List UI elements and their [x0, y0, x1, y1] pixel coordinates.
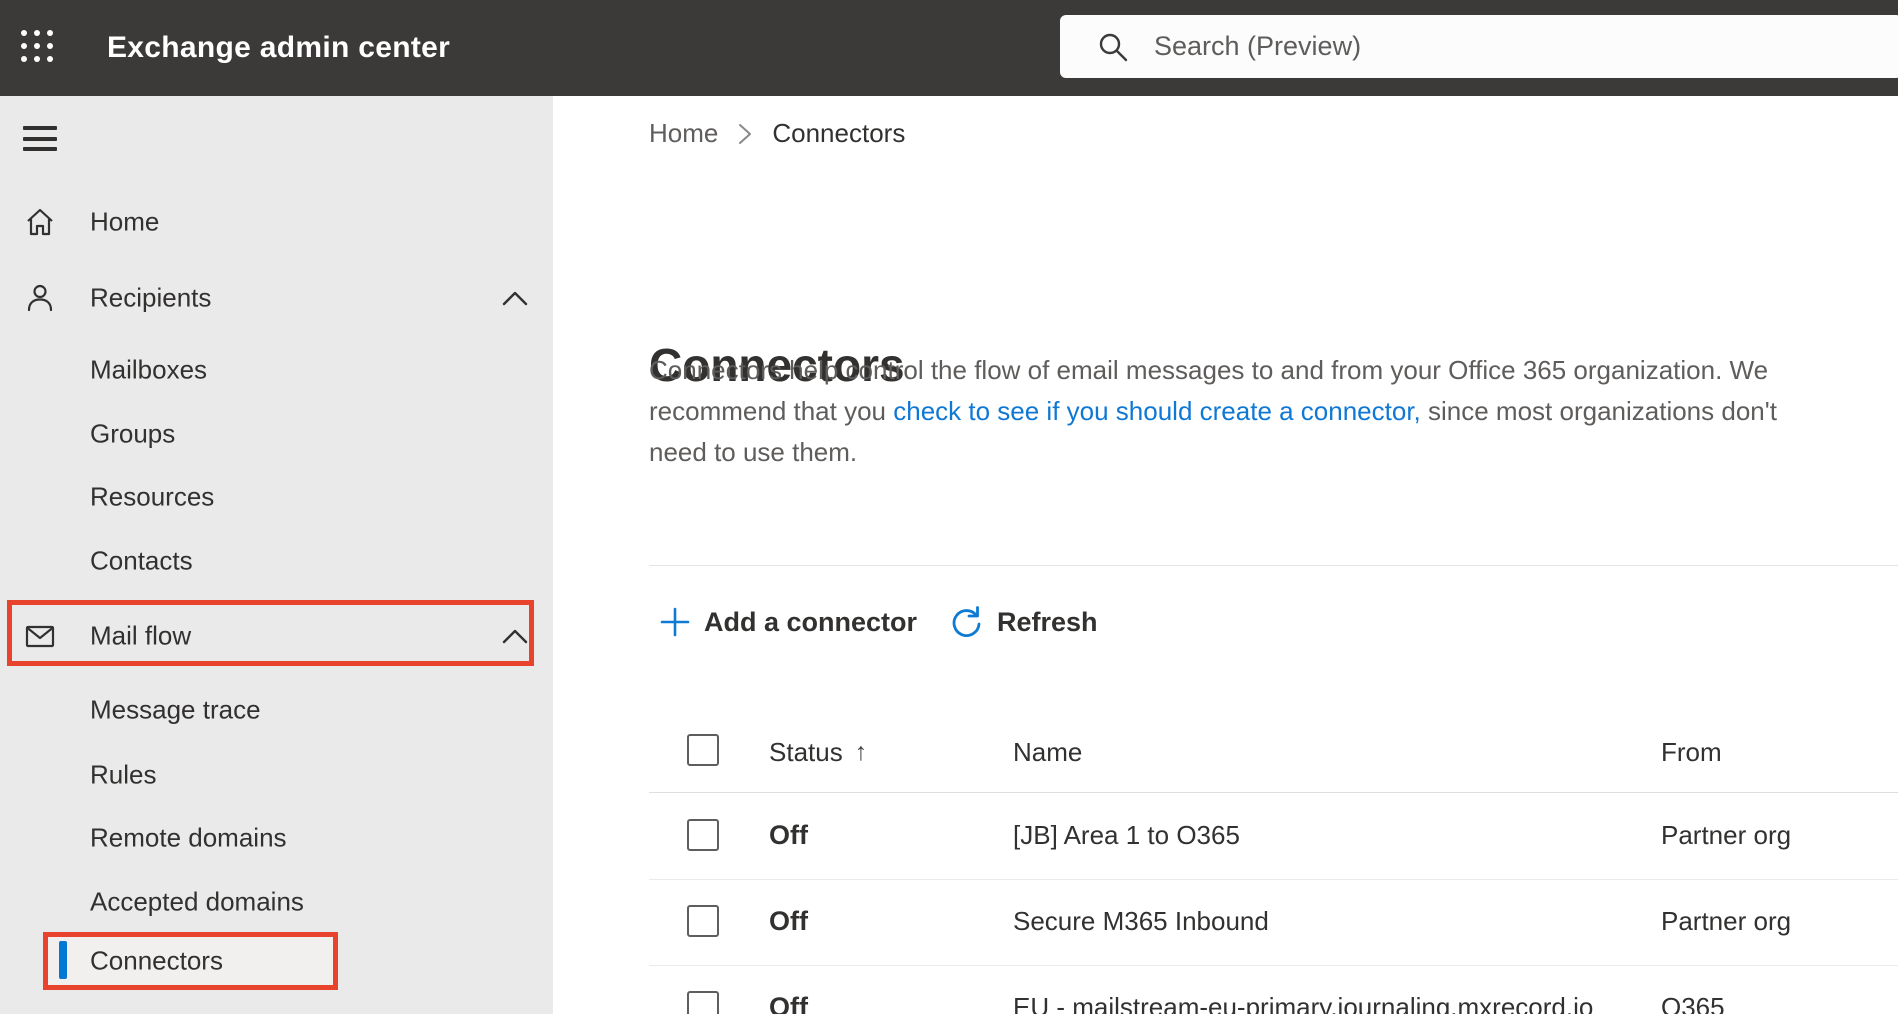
sidebar-item-mailboxes[interactable]: Mailboxes	[0, 342, 553, 398]
row-divider	[649, 965, 1898, 966]
header-divider	[649, 792, 1898, 793]
description-text: need to use them.	[649, 437, 858, 467]
sidebar-item-message-trace[interactable]: Message trace	[0, 682, 553, 738]
description-text: since most organizations don't	[1420, 396, 1777, 426]
row-status: Off	[769, 820, 808, 850]
column-header-name[interactable]: Name	[1013, 737, 1082, 767]
app-launcher-icon[interactable]	[21, 30, 57, 66]
page-description: Connectors help control the flow of emai…	[649, 350, 1777, 473]
sidebar-item-label: Accepted domains	[90, 886, 304, 917]
sidebar-item-label: Mailboxes	[90, 354, 208, 385]
plus-icon	[659, 606, 691, 638]
breadcrumb: Home Connectors	[649, 117, 905, 149]
row-name[interactable]: [JB] Area 1 to O365	[1013, 820, 1240, 850]
search-icon	[1096, 30, 1130, 64]
sidebar-item-contacts[interactable]: Contacts	[0, 533, 553, 589]
top-app-bar: Exchange admin center	[0, 0, 1898, 96]
home-icon	[23, 205, 57, 239]
selected-item-indicator	[59, 941, 67, 979]
sidebar-item-label: Connectors	[90, 945, 223, 976]
main-content: Home Connectors Connectors Connectors he…	[553, 96, 1898, 1014]
sidebar-item-accepted-domains[interactable]: Accepted domains	[0, 874, 553, 930]
add-connector-label: Add a connector	[704, 606, 918, 637]
toolbar-top-divider	[649, 565, 1898, 566]
sidebar-item-label: Rules	[90, 759, 157, 790]
breadcrumb-home-link[interactable]: Home	[649, 118, 718, 149]
sidebar-item-connectors[interactable]: Connectors	[0, 933, 553, 989]
row-status: Off	[769, 906, 808, 936]
sidebar-item-label: Message trace	[90, 694, 261, 725]
refresh-button[interactable]: Refresh	[948, 600, 1098, 644]
sidebar-item-label: Resources	[90, 481, 215, 512]
person-icon	[23, 281, 57, 315]
sidebar-item-label: Remote domains	[90, 822, 287, 853]
row-from: O365	[1661, 992, 1725, 1014]
row-from: Partner org	[1661, 906, 1792, 936]
row-checkbox[interactable]	[687, 991, 719, 1014]
select-all-checkbox[interactable]	[687, 734, 719, 766]
add-connector-button[interactable]: Add a connector	[659, 600, 917, 644]
row-status: Off	[769, 992, 808, 1014]
sidebar-item-home[interactable]: Home	[0, 194, 553, 250]
sort-ascending-icon: ↑	[854, 738, 868, 766]
search-box[interactable]	[1060, 15, 1898, 78]
row-divider	[649, 879, 1898, 880]
sidebar-item-groups[interactable]: Groups	[0, 406, 553, 462]
column-header-label: Status	[769, 737, 843, 767]
description-text: recommend that you	[649, 396, 894, 426]
sidebar-item-remote-domains[interactable]: Remote domains	[0, 810, 553, 866]
refresh-icon	[948, 604, 984, 640]
row-name[interactable]: Secure M365 Inbound	[1013, 906, 1269, 936]
row-from: Partner org	[1661, 820, 1792, 850]
column-header-from[interactable]: From	[1661, 737, 1722, 767]
app-title: Exchange admin center	[107, 31, 451, 64]
sidebar-item-label: Home	[90, 206, 160, 237]
sidebar-item-rules[interactable]: Rules	[0, 747, 553, 803]
create-connector-link[interactable]: check to see if you should create a conn…	[893, 396, 1421, 426]
mail-flow-annotation-box	[7, 600, 534, 666]
chevron-right-icon	[738, 123, 752, 145]
column-header-status[interactable]: Status ↑	[769, 737, 867, 767]
sidebar-item-label: Groups	[90, 418, 176, 449]
description-text: Connectors help control the flow of emai…	[649, 355, 1769, 385]
hamburger-menu-icon[interactable]	[23, 126, 57, 151]
sidebar-item-label: Recipients	[90, 282, 212, 313]
left-navigation: Home Recipients Mailboxes Groups Resourc…	[0, 96, 553, 1014]
search-input[interactable]	[1152, 30, 1792, 63]
breadcrumb-current[interactable]: Connectors	[772, 118, 905, 149]
refresh-label: Refresh	[997, 606, 1098, 637]
chevron-up-icon[interactable]	[502, 290, 528, 306]
row-checkbox[interactable]	[687, 819, 719, 851]
row-name[interactable]: EU - mailstream-eu-primary.journaling.mx…	[1013, 992, 1593, 1014]
sidebar-item-label: Contacts	[90, 545, 193, 576]
sidebar-item-resources[interactable]: Resources	[0, 469, 553, 525]
sidebar-item-recipients[interactable]: Recipients	[0, 270, 553, 326]
row-checkbox[interactable]	[687, 905, 719, 937]
